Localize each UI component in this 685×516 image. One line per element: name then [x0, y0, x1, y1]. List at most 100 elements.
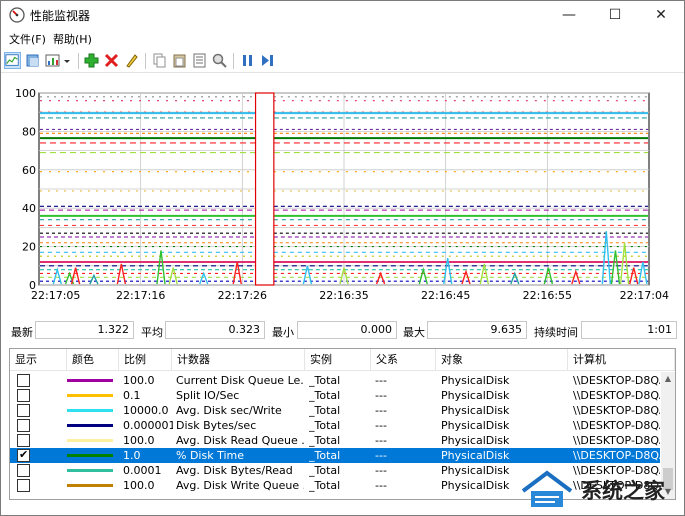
scale-cell: 0.000001 [123, 419, 173, 432]
y-tick-label: 100 [15, 87, 36, 100]
x-tick-label: 22:17:26 [218, 289, 267, 302]
duration-label: 持续时间 [534, 326, 578, 339]
table-row[interactable]: 0.1 Split IO/Sec _Total --- PhysicalDisk \\DE… [10, 388, 660, 403]
maximum-label: 最大 [403, 326, 425, 339]
parent-cell: --- [375, 464, 387, 477]
average-value: 0.323 [165, 321, 265, 339]
instance-cell: _Total [309, 404, 341, 417]
freeze-display-icon[interactable] [239, 52, 256, 69]
table-row[interactable]: 1.0 % Disk Time _Total --- PhysicalDisk \\DES… [10, 448, 660, 463]
computer-cell: \\DESKTOP-D8QA [573, 389, 660, 402]
menu-help[interactable]: 帮助(H) [53, 31, 92, 47]
show-checkbox[interactable] [17, 434, 30, 447]
object-cell: PhysicalDisk [441, 419, 510, 432]
watermark-logo: 系统之家 [517, 467, 679, 511]
window-title: 性能监视器 [30, 9, 91, 23]
counter-cell: Split IO/Sec [176, 389, 240, 402]
toolbar-separator [145, 53, 146, 69]
parent-cell: --- [375, 419, 387, 432]
instance-cell: _Total [309, 479, 341, 492]
scale-cell: 0.0001 [123, 464, 162, 477]
x-tick-label: 22:16:45 [421, 289, 470, 302]
perfmon-app-icon [9, 7, 25, 23]
instance-cell: _Total [309, 449, 341, 462]
header-color[interactable]: 颜色 [67, 349, 119, 371]
statistics-bar: 最新 1.322 平均 0.323 最小 0.000 最大 9.635 持续时间… [1, 319, 684, 343]
toolbar-separator [78, 53, 79, 69]
scroll-up-arrow-icon[interactable]: ▲ [661, 372, 675, 386]
parent-cell: --- [375, 449, 387, 462]
parent-cell: --- [375, 374, 387, 387]
instance-cell: _Total [309, 464, 341, 477]
parent-cell: --- [375, 389, 387, 402]
paste-counters-icon[interactable] [171, 52, 188, 69]
menu-file[interactable]: 文件(F) [9, 31, 46, 47]
parent-cell: --- [375, 434, 387, 447]
scale-cell: 1.0 [123, 449, 141, 462]
show-checkbox[interactable] [17, 404, 30, 417]
y-tick-label: 80 [22, 125, 36, 138]
object-cell: PhysicalDisk [441, 449, 510, 462]
x-tick-label: 22:17:16 [116, 289, 165, 302]
color-swatch [67, 379, 113, 382]
zoom-icon[interactable] [211, 52, 228, 69]
computer-cell: \\DESKTOP-D8QA [573, 374, 660, 387]
maximum-value: 9.635 [427, 321, 527, 339]
view-graph-icon[interactable] [4, 52, 21, 69]
show-checkbox[interactable] [17, 448, 30, 462]
x-tick-label: 22:16:35 [319, 289, 368, 302]
maximize-button[interactable]: ☐ [592, 1, 638, 29]
header-counter[interactable]: 计数器 [172, 349, 305, 371]
view-report-icon[interactable] [24, 52, 41, 69]
header-parent[interactable]: 父系 [371, 349, 436, 371]
add-counter-icon[interactable] [83, 52, 100, 69]
computer-cell: \\DESKTOP-D8QA [573, 434, 660, 447]
update-data-icon[interactable] [259, 52, 276, 69]
header-scale[interactable]: 比例 [119, 349, 172, 371]
instance-cell: _Total [309, 374, 341, 387]
toolbar [1, 49, 684, 73]
color-swatch [67, 469, 113, 472]
counter-cell: Current Disk Queue Le... [176, 374, 304, 387]
header-object[interactable]: 对象 [436, 349, 568, 371]
object-cell: PhysicalDisk [441, 374, 510, 387]
copy-properties-icon[interactable] [151, 52, 168, 69]
minimize-button[interactable]: — [546, 1, 592, 29]
show-checkbox[interactable] [17, 479, 30, 492]
title-bar[interactable]: 性能监视器 — ☐ ✕ [1, 1, 684, 29]
highlight-icon[interactable] [123, 52, 140, 69]
last-label: 最新 [11, 326, 33, 339]
delete-counter-icon[interactable] [103, 52, 120, 69]
show-checkbox[interactable] [17, 374, 30, 387]
change-graph-type-icon[interactable] [44, 52, 61, 69]
header-show[interactable]: 显示 [10, 349, 67, 371]
show-checkbox[interactable] [17, 464, 30, 477]
table-row[interactable]: 100.0 Current Disk Queue Le... _Total --- Ph… [10, 373, 660, 388]
header-instance[interactable]: 实例 [305, 349, 371, 371]
performance-graph[interactable]: 100 80 60 40 20 0 22:17:05 22:17:16 22:17:26 22:1… [1, 77, 684, 309]
header-computer[interactable]: 计算机 [568, 349, 675, 371]
counter-cell: Avg. Disk sec/Write [176, 404, 282, 417]
color-swatch [67, 394, 113, 397]
show-checkbox[interactable] [17, 389, 30, 402]
x-tick-label: 22:17:04 [620, 289, 669, 302]
line-chart[interactable]: 10080604020022:17:05 22:17:16 22:17:26 22:1… [1, 77, 684, 309]
average-label: 平均 [141, 326, 163, 339]
scale-cell: 0.1 [123, 389, 141, 402]
object-cell: PhysicalDisk [441, 434, 510, 447]
y-tick-label: 20 [22, 241, 36, 254]
scale-cell: 100.0 [123, 479, 155, 492]
y-tick-label: 60 [22, 164, 36, 177]
table-row[interactable]: 100.0 Avg. Disk Read Queue ... _Total --- Ph… [10, 433, 660, 448]
close-button[interactable]: ✕ [638, 1, 684, 29]
table-row[interactable]: 10000.0 Avg. Disk sec/Write _Total --- Physi… [10, 403, 660, 418]
table-row[interactable]: 0.000001 Disk Bytes/sec _Total --- PhysicalD… [10, 418, 660, 433]
show-checkbox[interactable] [17, 419, 30, 432]
computer-cell: \\DESKTOP-D8QA [573, 419, 660, 432]
color-swatch [67, 409, 113, 412]
properties-icon[interactable] [191, 52, 208, 69]
watermark-house-icon [521, 470, 573, 507]
dropdown-arrow-icon[interactable] [62, 52, 72, 69]
computer-cell: \\DESKTOP-D8QA [573, 404, 660, 417]
object-cell: PhysicalDisk [441, 404, 510, 417]
